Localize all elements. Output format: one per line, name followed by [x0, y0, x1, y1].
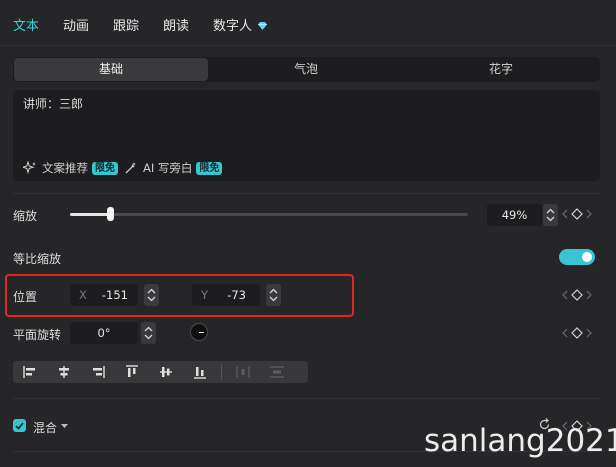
align-top-button[interactable]: [115, 361, 149, 383]
rotation-keyframe-controls: [562, 327, 592, 339]
magic-wand-icon: [125, 162, 136, 174]
position-x-field[interactable]: X -151: [70, 284, 138, 306]
chevron-down-icon: [144, 334, 153, 340]
uniform-scale-label: 等比缩放: [13, 252, 62, 266]
chevron-down-icon: [147, 296, 156, 302]
chevron-up-icon: [147, 288, 156, 294]
distribute-horizontal-icon: [236, 366, 250, 378]
uniform-scale-toggle[interactable]: [559, 249, 595, 265]
ai-narration-label: AI 写旁白: [143, 161, 193, 175]
rotation-knob[interactable]: [190, 323, 208, 341]
position-x-stepper[interactable]: [144, 284, 159, 306]
align-center-v-button[interactable]: [149, 361, 183, 383]
position-keyframe-controls: [562, 289, 592, 301]
free-badge: 限免: [92, 161, 118, 175]
caret-down-icon[interactable]: [61, 424, 68, 429]
chevron-down-icon: [269, 296, 278, 302]
scale-slider-fill: [70, 213, 110, 216]
chevron-up-icon: [546, 208, 555, 214]
align-left-button[interactable]: [13, 361, 47, 383]
rotation-stepper[interactable]: [141, 322, 156, 344]
scale-keyframe-controls: [562, 208, 592, 220]
diamond-icon: [258, 22, 268, 30]
align-top-icon: [126, 365, 138, 377]
segment-bubble[interactable]: 气泡: [209, 58, 403, 81]
blend-checkbox[interactable]: [13, 419, 26, 432]
align-right-icon: [93, 366, 105, 378]
tab-digital-human-label: 数字人: [213, 19, 253, 34]
alignment-toolbar: [13, 361, 308, 383]
keyframe-diamond-icon[interactable]: [571, 327, 583, 339]
align-left-icon: [23, 366, 35, 378]
scale-slider[interactable]: [70, 207, 468, 221]
chevron-left-icon[interactable]: [562, 328, 568, 338]
chevron-right-icon[interactable]: [586, 328, 592, 338]
align-center-horizontal-icon: [59, 366, 69, 378]
divider: [13, 398, 600, 399]
x-axis-label: X: [79, 288, 87, 302]
rotation-value-input[interactable]: 0°: [70, 322, 138, 344]
segment-fancy-text[interactable]: 花字: [404, 58, 598, 81]
sparkle-icon: [23, 161, 36, 175]
style-segmented-control: 基础 气泡 花字: [13, 57, 600, 82]
keyframe-diamond-icon[interactable]: [571, 289, 583, 301]
check-icon: [15, 421, 24, 430]
tab-text[interactable]: 文本: [13, 15, 39, 34]
keyframe-diamond-icon[interactable]: [571, 208, 583, 220]
chevron-down-icon: [546, 216, 555, 222]
copy-suggest-button[interactable]: 文案推荐 限免: [23, 160, 118, 176]
segment-basic[interactable]: 基础: [14, 58, 208, 81]
scale-label: 缩放: [13, 209, 38, 223]
tab-digital-human[interactable]: 数字人: [213, 15, 268, 34]
align-bottom-icon: [194, 367, 206, 379]
distribute-vertical-icon: [270, 366, 284, 378]
tab-read-aloud[interactable]: 朗读: [163, 15, 189, 34]
highlight-box: [5, 274, 354, 317]
align-center-vertical-icon: [160, 367, 172, 377]
divider: [13, 193, 600, 194]
distribute-horizontal-button[interactable]: [226, 361, 260, 383]
text-content-editor[interactable]: 讲师：三郎 文案推荐 限免 AI 写旁白 限免: [13, 90, 600, 181]
chevron-left-icon[interactable]: [562, 209, 568, 219]
watermark-text: sanlang2021: [424, 423, 616, 459]
ai-narration-button[interactable]: AI 写旁白 限免: [124, 160, 223, 176]
position-y-field[interactable]: Y -73: [192, 284, 260, 306]
copy-suggest-label: 文案推荐: [42, 161, 88, 175]
position-y-value: -73: [227, 288, 246, 302]
chevron-right-icon[interactable]: [586, 209, 592, 219]
text-content: 讲师：三郎: [23, 97, 84, 111]
align-right-button[interactable]: [81, 361, 115, 383]
chevron-up-icon: [144, 326, 153, 332]
rotation-label: 平面旋转: [13, 328, 62, 342]
blend-label: 混合: [33, 421, 58, 435]
y-axis-label: Y: [201, 288, 209, 302]
align-center-h-button[interactable]: [47, 361, 81, 383]
scale-value-input[interactable]: 49%: [487, 204, 542, 226]
tab-tracking[interactable]: 跟踪: [113, 15, 139, 34]
distribute-vertical-button[interactable]: [260, 361, 294, 383]
scale-stepper[interactable]: [543, 204, 558, 226]
chevron-up-icon: [269, 288, 278, 294]
chevron-right-icon[interactable]: [586, 290, 592, 300]
toolbar-separator: [221, 364, 222, 380]
free-badge: 限免: [196, 161, 223, 175]
position-y-stepper[interactable]: [266, 284, 281, 306]
top-tab-bar: 文本 动画 跟踪 朗读 数字人: [0, 0, 616, 46]
scale-slider-thumb[interactable]: [107, 207, 114, 221]
rotation-value: 0°: [97, 326, 111, 340]
position-x-value: -151: [101, 288, 128, 302]
align-bottom-button[interactable]: [183, 361, 217, 383]
tab-animation[interactable]: 动画: [63, 15, 89, 34]
chevron-left-icon[interactable]: [562, 290, 568, 300]
position-label: 位置: [13, 290, 38, 304]
